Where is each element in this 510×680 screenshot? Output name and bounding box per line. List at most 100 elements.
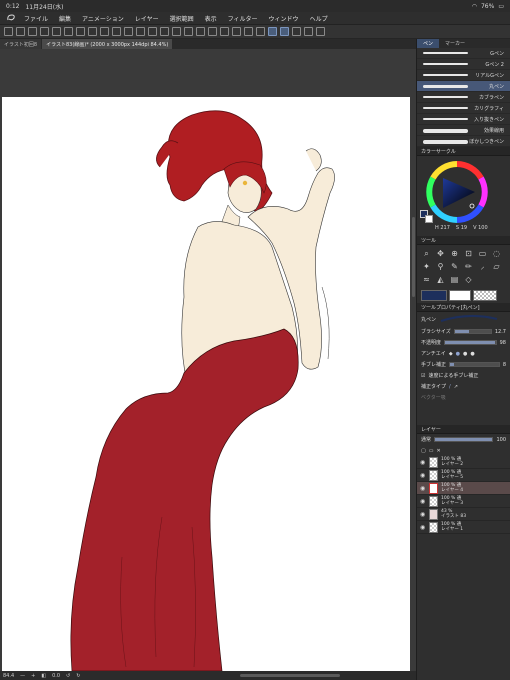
brush-item[interactable]: リアルGペン <box>417 70 510 81</box>
antialias-none-icon[interactable]: ◆ <box>449 351 453 357</box>
layer-item[interactable]: ◉ 100 % 通レイヤー 1 <box>417 521 510 534</box>
eraser-icon[interactable]: ▱ <box>491 261 502 272</box>
ruler-icon[interactable] <box>256 27 265 36</box>
layer-opacity-slider[interactable] <box>434 437 494 442</box>
brush-tool-icon[interactable]: ⸝ <box>477 261 488 272</box>
menu-file[interactable]: ファイル <box>24 14 48 23</box>
antialias-weak-icon[interactable]: ● <box>456 351 460 357</box>
new-folder-icon[interactable]: ▭ <box>429 448 434 454</box>
move-tool-icon[interactable]: ✥ <box>435 248 446 259</box>
checkbox-icon[interactable]: ☑ <box>421 373 425 379</box>
lasso-icon[interactable]: ◌ <box>491 248 502 259</box>
snap-icon[interactable] <box>232 27 241 36</box>
transparent-color-chip[interactable] <box>473 290 497 301</box>
fill-tool-icon[interactable]: ◭ <box>435 274 446 285</box>
copy-icon[interactable] <box>100 27 109 36</box>
menu-animation[interactable]: アニメーション <box>82 14 124 23</box>
eye-icon[interactable]: ◉ <box>420 524 426 531</box>
eyedropper-icon[interactable]: ⚲ <box>435 261 446 272</box>
correction-type-2-icon[interactable]: ↗ <box>454 384 458 390</box>
tab-document-2[interactable]: イラスト83(線画)* (2000 x 3000px 144dpi 84.4%) <box>42 39 173 49</box>
menu-view[interactable]: 表示 <box>205 14 217 23</box>
fit-icon[interactable]: ◧ <box>41 673 46 679</box>
operation-tool-icon[interactable]: ⊡ <box>463 248 474 259</box>
antialias-row[interactable]: アンチエイ ◆ ● ● ● <box>417 348 510 359</box>
rotate-left-icon[interactable]: ↺ <box>66 673 70 679</box>
delete-layer-icon[interactable]: ✕ <box>436 448 440 454</box>
tab-marker[interactable]: マーカー <box>439 39 471 48</box>
vector-snap-row[interactable]: ベクター吸 <box>417 392 510 403</box>
stabilize-slider[interactable] <box>449 362 500 367</box>
opacity-row[interactable]: 不透明度 98 <box>417 337 510 348</box>
correction-type-1-icon[interactable]: / <box>449 384 451 390</box>
deselect-icon[interactable] <box>184 27 193 36</box>
loading-icon[interactable] <box>172 27 181 36</box>
layer-mode-row[interactable]: 通常 100 <box>417 434 510 445</box>
canvas-vertical-scrollbar[interactable] <box>412 217 415 297</box>
blend-mode-select[interactable]: 通常 <box>421 436 431 443</box>
brush-size-slider[interactable] <box>453 329 492 334</box>
eye-icon[interactable]: ◉ <box>420 472 426 479</box>
open-file-icon[interactable] <box>28 27 37 36</box>
sub-color-chip[interactable] <box>449 290 471 301</box>
export-icon[interactable] <box>52 27 61 36</box>
canvas-horizontal-scrollbar[interactable] <box>240 674 340 677</box>
sub-color-swatch[interactable] <box>425 215 433 223</box>
snap-special-ruler-icon[interactable] <box>280 27 289 36</box>
eye-icon[interactable]: ◉ <box>420 498 426 505</box>
new-file-icon[interactable] <box>16 27 25 36</box>
grid-icon[interactable] <box>244 27 253 36</box>
menu-layer[interactable]: レイヤー <box>135 14 159 23</box>
fill-icon[interactable] <box>136 27 145 36</box>
gradient-icon[interactable]: ▤ <box>449 274 460 285</box>
zoom-in-icon[interactable]: + <box>31 673 35 679</box>
snap-ruler-icon[interactable] <box>268 27 277 36</box>
transform-icon[interactable] <box>208 27 217 36</box>
app-logo-icon[interactable] <box>6 13 16 23</box>
stabilize-row[interactable]: 手ブレ補正 8 <box>417 359 510 370</box>
zoom-tool-icon[interactable]: ⌕ <box>421 248 432 259</box>
tab-document-1[interactable]: イラスト初回8 <box>0 39 42 49</box>
undo-icon[interactable] <box>148 27 157 36</box>
menu-edit[interactable]: 編集 <box>59 14 71 23</box>
settings-icon[interactable] <box>64 27 73 36</box>
new-layer-icon[interactable]: ▢ <box>421 448 426 454</box>
canvas-paper[interactable] <box>2 97 410 671</box>
box-3d-icon[interactable] <box>304 27 313 36</box>
blend-tool-icon[interactable]: ≈ <box>421 274 432 285</box>
canvas-area[interactable] <box>0 49 416 671</box>
menu-window[interactable]: ウィンドウ <box>269 14 299 23</box>
layer-item[interactable]: ◉ 100 % 通レイヤー 2 <box>417 456 510 469</box>
brush-item[interactable]: 入り抜きペン <box>417 114 510 125</box>
speed-stabilize-row[interactable]: ☑ 速度による手ブレ補正 <box>417 370 510 381</box>
antialias-mid-icon[interactable]: ● <box>463 351 467 357</box>
selection-tool-icon[interactable]: ▭ <box>477 248 488 259</box>
layer-item[interactable]: ◉ 100 % 通レイヤー 5 <box>417 469 510 482</box>
magic-wand-icon[interactable]: ✦ <box>421 261 432 272</box>
cut-icon[interactable] <box>88 27 97 36</box>
brush-item[interactable]: Gペン 2 <box>417 59 510 70</box>
crop-icon[interactable] <box>220 27 229 36</box>
brush-item[interactable]: カリグラフィ <box>417 103 510 114</box>
layer-item[interactable]: ◉ 43 % イラスト 83 <box>417 508 510 521</box>
antialias-strong-icon[interactable]: ● <box>470 351 474 357</box>
menu-selection[interactable]: 選択範囲 <box>170 14 194 23</box>
pencil-tool-icon[interactable]: ✏ <box>463 261 474 272</box>
brush-item[interactable]: Gペン <box>417 48 510 59</box>
eye-icon[interactable]: ◉ <box>420 511 426 518</box>
menu-help[interactable]: ヘルプ <box>310 14 328 23</box>
opacity-slider[interactable] <box>444 340 497 345</box>
share-icon[interactable] <box>76 27 85 36</box>
correction-type-row[interactable]: 補正タイプ / ↗ <box>417 381 510 392</box>
brush-size-row[interactable]: ブラシサイズ 12.7 <box>417 326 510 337</box>
figure-tool-icon[interactable]: ◇ <box>463 274 474 285</box>
rotate-right-icon[interactable]: ↻ <box>76 673 80 679</box>
pen-tool-icon[interactable]: ✎ <box>449 261 460 272</box>
brush-item[interactable]: ぼかしつきペン <box>417 136 510 147</box>
zoom-value[interactable]: 84.4 <box>3 673 14 679</box>
panel-toggle-icon[interactable] <box>316 27 325 36</box>
paste-icon[interactable] <box>112 27 121 36</box>
save-icon[interactable] <box>40 27 49 36</box>
snap-grid-icon[interactable] <box>292 27 301 36</box>
invert-selection-icon[interactable] <box>196 27 205 36</box>
